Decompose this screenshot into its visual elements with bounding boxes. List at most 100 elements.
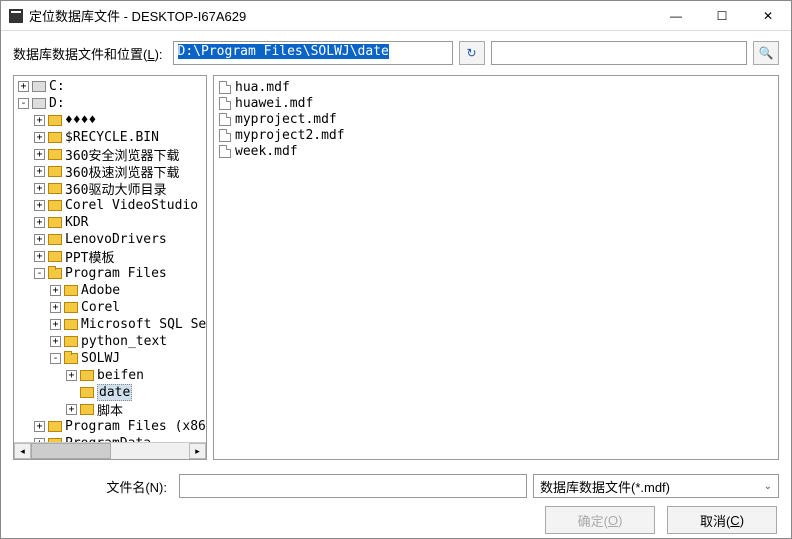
tree-node[interactable]: +Microsoft SQL Se	[14, 316, 206, 333]
expand-icon[interactable]: +	[18, 81, 29, 92]
file-item[interactable]: week.mdf	[219, 143, 773, 159]
tree-node[interactable]: -SOLWJ	[14, 350, 206, 367]
scroll-right-button[interactable]: ▸	[189, 443, 206, 459]
horizontal-scrollbar[interactable]: ◂ ▸	[14, 442, 206, 459]
tree-node-label: ♦♦♦♦	[65, 113, 96, 128]
tree-node-label: 360驱动大师目录	[65, 179, 166, 198]
folder-open-icon	[64, 353, 78, 364]
tree-node[interactable]: + Program Files (x86	[14, 418, 206, 435]
toolbar: 数据库数据文件和位置(L): D:\Program Files\SOLWJ\da…	[1, 31, 791, 75]
scroll-track[interactable]	[31, 443, 189, 459]
body: +C:-D: + ♦♦♦♦ + $RECYCLE.BIN+360安全浏览器下载+360极…	[1, 75, 791, 466]
collapse-icon[interactable]: -	[50, 353, 61, 364]
folder-icon	[80, 404, 94, 415]
expand-icon[interactable]: +	[34, 217, 45, 228]
tree-node[interactable]: + Corel	[14, 299, 206, 316]
tree-node[interactable]: +360驱动大师目录	[14, 180, 206, 197]
tree-node[interactable]: + 脚本	[14, 401, 206, 418]
tree-node[interactable]: +360极速浏览器下载	[14, 163, 206, 180]
tree-node-label: $RECYCLE.BIN	[65, 130, 159, 145]
expand-icon[interactable]: +	[34, 200, 45, 211]
tree-node[interactable]: + ♦♦♦♦	[14, 112, 206, 129]
tree-node-label: LenovoDrivers	[65, 232, 167, 247]
expand-icon[interactable]: +	[34, 183, 45, 194]
expand-icon[interactable]: +	[34, 115, 45, 126]
scroll-thumb[interactable]	[31, 443, 111, 459]
tree-node[interactable]: + Adobe	[14, 282, 206, 299]
tree-node[interactable]: date	[14, 384, 206, 401]
file-list-panel[interactable]: hua.mdfhuawei.mdfmyproject.mdfmyproject2…	[213, 75, 779, 460]
tree-node-label: 脚本	[97, 400, 123, 419]
expand-icon[interactable]: +	[34, 166, 45, 177]
tree-node-label: Corel	[81, 300, 120, 315]
tree-node[interactable]: +ProgramData	[14, 435, 206, 442]
tree-node[interactable]: + Corel VideoStudio	[14, 197, 206, 214]
chevron-down-icon: ⌄	[764, 481, 772, 492]
file-icon	[219, 129, 231, 142]
file-name: week.mdf	[235, 144, 298, 159]
tree-node[interactable]: + $RECYCLE.BIN	[14, 129, 206, 146]
folder-icon	[48, 217, 62, 228]
file-icon	[219, 97, 231, 110]
collapse-icon[interactable]: -	[34, 268, 45, 279]
expand-icon[interactable]: +	[34, 234, 45, 245]
filetype-value: 数据库数据文件(*.mdf)	[540, 477, 670, 496]
minimize-button[interactable]: —	[653, 1, 699, 31]
file-name: myproject2.mdf	[235, 128, 345, 143]
tree-node[interactable]: + beifen	[14, 367, 206, 384]
cancel-button[interactable]: 取消(C)	[667, 506, 777, 534]
file-item[interactable]: hua.mdf	[219, 79, 773, 95]
file-item[interactable]: myproject.mdf	[219, 111, 773, 127]
filename-input[interactable]	[179, 474, 527, 498]
folder-icon	[64, 302, 78, 313]
tree-node[interactable]: + LenovoDrivers	[14, 231, 206, 248]
window-buttons: — ☐ ✕	[653, 1, 791, 31]
collapse-icon[interactable]: -	[18, 98, 29, 109]
file-item[interactable]: myproject2.mdf	[219, 127, 773, 143]
folder-icon	[48, 421, 62, 432]
search-input[interactable]	[491, 41, 747, 65]
file-item[interactable]: huawei.mdf	[219, 95, 773, 111]
folder-icon	[48, 251, 62, 262]
expand-icon[interactable]: +	[66, 404, 77, 415]
tree-node[interactable]: -Program Files	[14, 265, 206, 282]
expand-icon[interactable]: +	[34, 132, 45, 143]
scroll-left-button[interactable]: ◂	[14, 443, 31, 459]
search-button[interactable]: 🔍	[753, 41, 779, 65]
tree-node-label: date	[97, 384, 132, 401]
expand-icon[interactable]: +	[34, 251, 45, 262]
file-icon	[219, 81, 231, 94]
file-icon	[219, 113, 231, 126]
expand-icon[interactable]: +	[50, 285, 61, 296]
titlebar: 定位数据库文件 - DESKTOP-I67A629 — ☐ ✕	[1, 1, 791, 31]
expand-icon[interactable]: +	[50, 336, 61, 347]
drive-icon	[32, 98, 46, 109]
expand-icon[interactable]: +	[34, 421, 45, 432]
tree-node-label: Corel VideoStudio	[65, 198, 198, 213]
expand-icon[interactable]: +	[50, 319, 61, 330]
tree-node[interactable]: +PPT模板	[14, 248, 206, 265]
expand-icon[interactable]: +	[66, 370, 77, 381]
maximize-button[interactable]: ☐	[699, 1, 745, 31]
tree-node-label: Program Files (x86	[65, 419, 206, 434]
folder-tree[interactable]: +C:-D: + ♦♦♦♦ + $RECYCLE.BIN+360安全浏览器下载+360极…	[14, 76, 206, 442]
file-icon	[219, 145, 231, 158]
tree-node[interactable]: -D:	[14, 95, 206, 112]
file-name: hua.mdf	[235, 80, 290, 95]
filetype-select[interactable]: 数据库数据文件(*.mdf) ⌄	[533, 474, 779, 498]
tree-node[interactable]: +360安全浏览器下载	[14, 146, 206, 163]
ok-button[interactable]: 确定(O)	[545, 506, 655, 534]
expand-icon[interactable]: +	[34, 149, 45, 160]
file-name: huawei.mdf	[235, 96, 313, 111]
file-name: myproject.mdf	[235, 112, 337, 127]
tree-node[interactable]: +python_text	[14, 333, 206, 350]
tree-node[interactable]: +C:	[14, 78, 206, 95]
tree-node[interactable]: +KDR	[14, 214, 206, 231]
path-input[interactable]: D:\Program Files\SOLWJ\date	[173, 41, 453, 65]
refresh-button[interactable]: ↻	[459, 41, 485, 65]
tree-node-label: beifen	[97, 368, 144, 383]
expand-icon[interactable]: +	[50, 302, 61, 313]
close-button[interactable]: ✕	[745, 1, 791, 31]
folder-icon	[80, 387, 94, 398]
tree-node-label: Adobe	[81, 283, 120, 298]
